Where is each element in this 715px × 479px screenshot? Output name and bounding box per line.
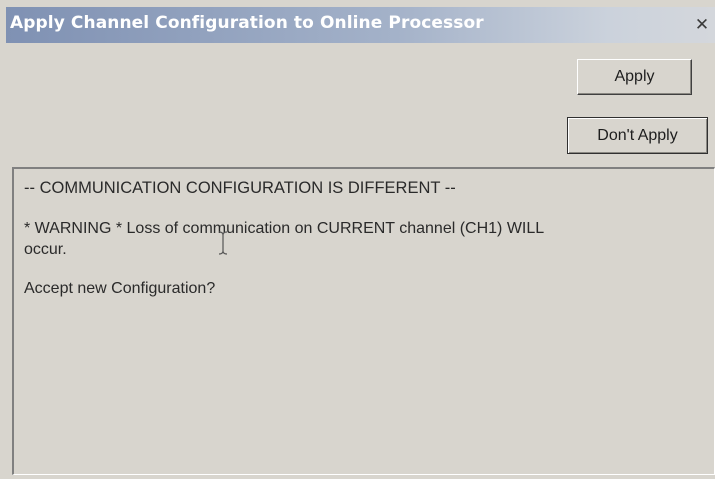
- message-warning-continuation: occur.: [24, 241, 67, 258]
- title-bar[interactable]: Apply Channel Configuration to Online Pr…: [6, 7, 715, 43]
- ibeam-cursor-icon: [218, 231, 228, 255]
- message-heading: -- COMMUNICATION CONFIGURATION IS DIFFER…: [24, 179, 456, 197]
- dont-apply-button[interactable]: Don't Apply: [567, 117, 708, 154]
- message-question: Accept new Configuration?: [24, 280, 216, 297]
- apply-button-label: Apply: [614, 68, 655, 85]
- apply-button[interactable]: Apply: [577, 59, 692, 95]
- dont-apply-button-label: Don't Apply: [597, 127, 678, 144]
- close-icon: ✕: [694, 15, 710, 35]
- message-text-area[interactable]: -- COMMUNICATION CONFIGURATION IS DIFFER…: [12, 167, 715, 475]
- window-title: Apply Channel Configuration to Online Pr…: [10, 13, 484, 33]
- close-button[interactable]: ✕: [689, 13, 715, 37]
- message-warning-line: * WARNING * Loss of communication on CUR…: [24, 220, 545, 237]
- apply-channel-config-dialog: Apply Channel Configuration to Online Pr…: [0, 0, 715, 479]
